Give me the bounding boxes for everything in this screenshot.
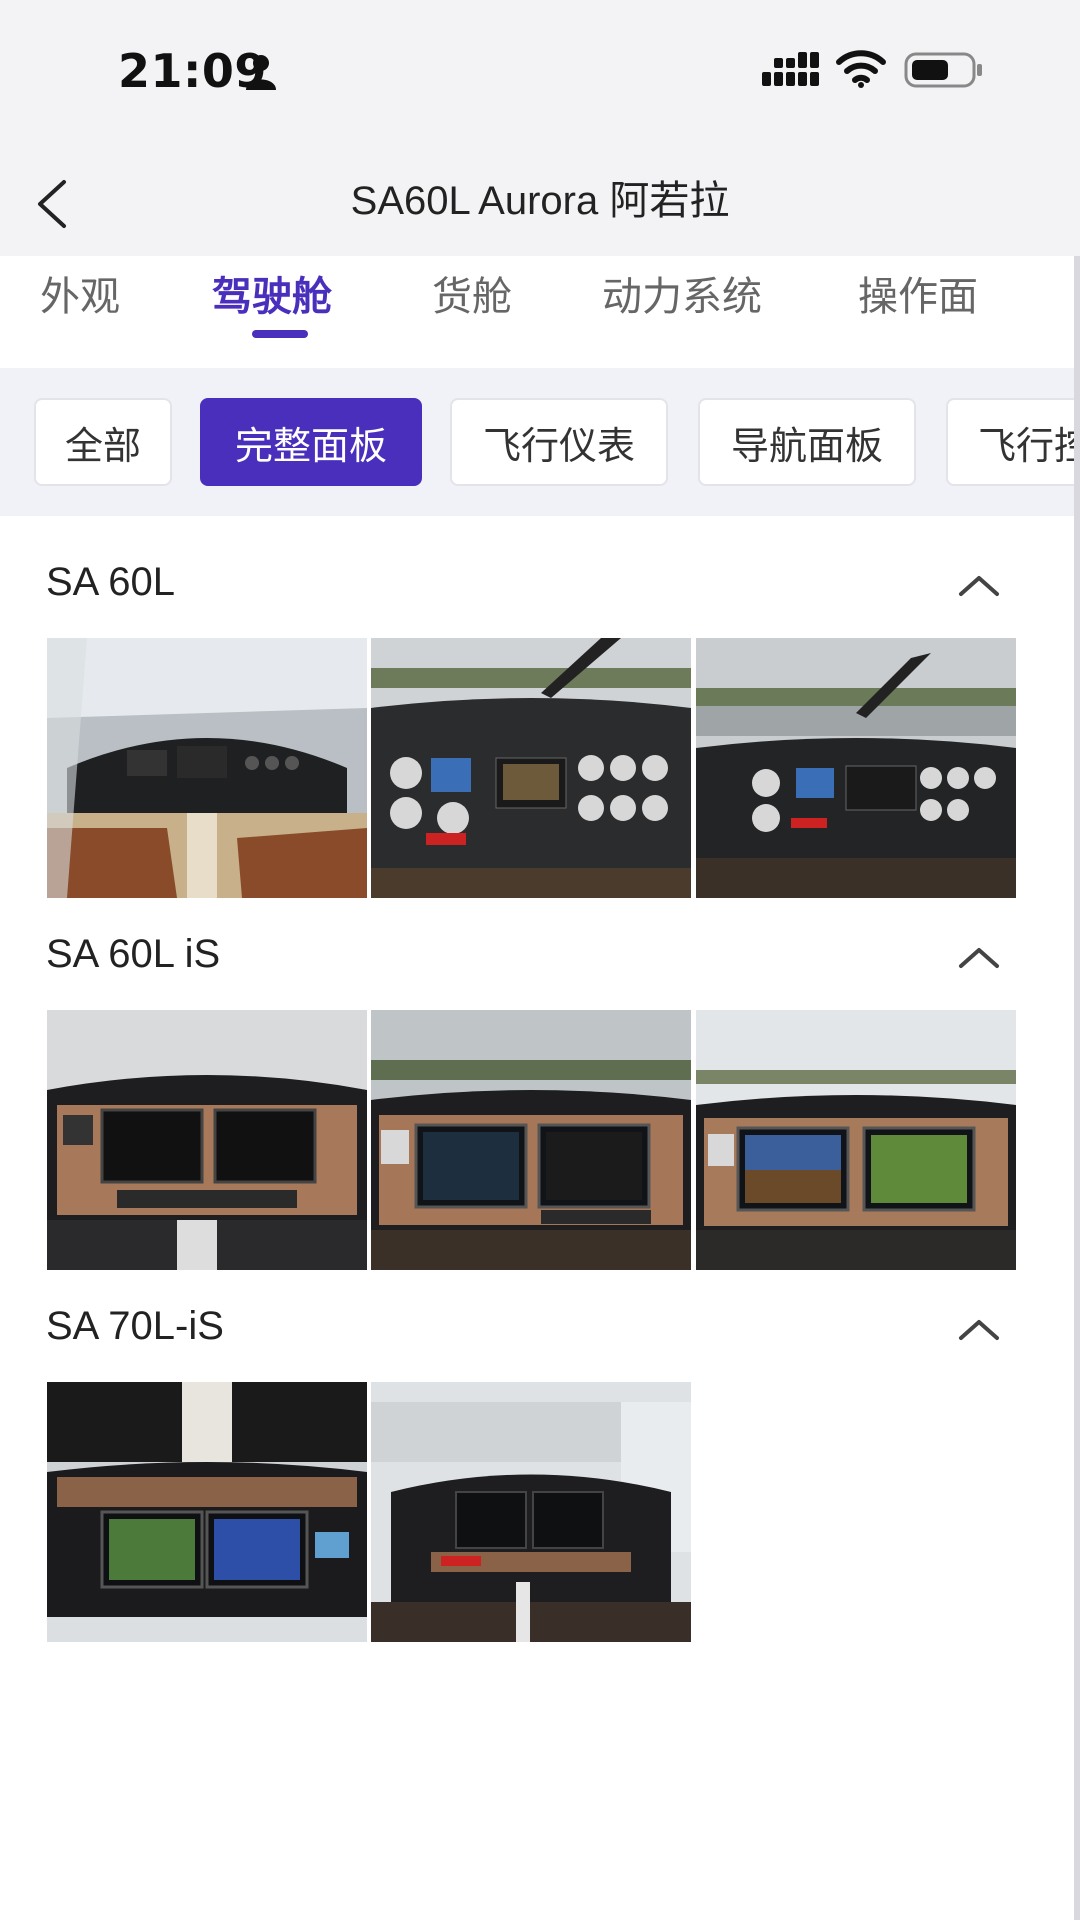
section-title: SA 60L: [46, 560, 176, 604]
cockpit-photo[interactable]: [371, 1010, 691, 1270]
cockpit-photo[interactable]: [371, 1382, 691, 1642]
cockpit-photo[interactable]: [696, 638, 1016, 898]
filter-chip-full-panel[interactable]: 完整面板: [200, 398, 422, 486]
section-title: SA 70L-iS: [46, 1304, 224, 1348]
filter-chip-nav-panel[interactable]: 导航面板: [698, 398, 916, 486]
status-bar: 21:09: [0, 0, 1080, 140]
cockpit-photo[interactable]: [47, 638, 367, 898]
section-title: SA 60L iS: [46, 932, 221, 976]
page-title: SA60L Aurora 阿若拉: [350, 179, 730, 223]
cockpit-photo[interactable]: [47, 1382, 367, 1642]
filter-chip-all[interactable]: 全部: [34, 398, 172, 486]
tab-control-surfaces[interactable]: 操作面: [858, 264, 978, 322]
cockpit-photo[interactable]: [696, 1010, 1016, 1270]
tab-powertrain[interactable]: 动力系统: [602, 264, 762, 322]
scroll-edge: [1074, 256, 1080, 1920]
battery-icon: [904, 52, 982, 88]
cockpit-photo[interactable]: [371, 638, 691, 898]
filter-bar: 全部 完整面板 飞行仪表 导航面板 飞行控: [0, 368, 1080, 516]
tab-cargo[interactable]: 货舱: [432, 264, 512, 322]
tab-exterior[interactable]: 外观: [40, 264, 120, 322]
tab-bar: 外观 驾驶舱 货舱 动力系统 操作面: [0, 256, 1080, 368]
tab-active-indicator: [252, 330, 308, 338]
filter-chip-flight-controls[interactable]: 飞行控: [946, 398, 1080, 486]
chevron-up-icon[interactable]: [956, 570, 1002, 600]
cockpit-photo[interactable]: [47, 1010, 367, 1270]
signal-icon: [762, 52, 819, 86]
tab-cockpit[interactable]: 驾驶舱: [212, 264, 332, 322]
person-icon: [246, 55, 276, 90]
wifi-icon: [836, 50, 886, 88]
filter-chip-flight-instruments[interactable]: 飞行仪表: [450, 398, 668, 486]
chevron-up-icon[interactable]: [956, 1314, 1002, 1344]
chevron-up-icon[interactable]: [956, 942, 1002, 972]
nav-bar: SA60L Aurora 阿若拉: [0, 140, 1080, 256]
